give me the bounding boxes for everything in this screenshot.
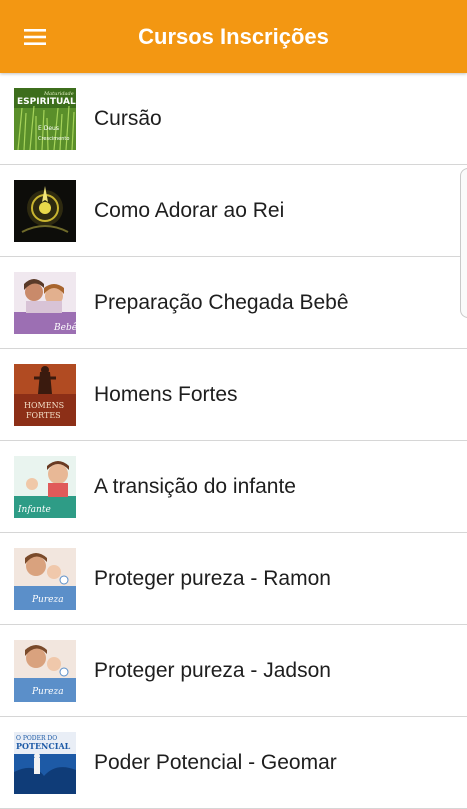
course-item-pureza-jadson[interactable]: Pureza Proteger pureza - Jadson <box>0 625 467 717</box>
course-thumbnail-adorar <box>14 180 76 242</box>
thumb-text: HOMENS <box>24 401 64 410</box>
course-title: Proteger pureza - Jadson <box>94 659 331 682</box>
course-thumbnail-pureza: Pureza <box>14 548 76 610</box>
course-thumbnail-maturidade-espiritual: Maturidade ESPIRITUAL E Deus Crescimento <box>14 88 76 150</box>
course-thumbnail-pureza: Pureza <box>14 640 76 702</box>
page-title: Cursos Inscrições <box>138 24 329 49</box>
course-title: Proteger pureza - Ramon <box>94 567 331 590</box>
course-item-adorar-rei[interactable]: Como Adorar ao Rei <box>0 165 467 257</box>
course-title: Preparação Chegada Bebê <box>94 291 349 314</box>
course-item-pureza-ramon[interactable]: Pureza Proteger pureza - Ramon <box>0 533 467 625</box>
course-thumbnail-bebe: Bebê <box>14 272 76 334</box>
thumb-text: Bebê <box>53 322 76 333</box>
course-list: Maturidade ESPIRITUAL E Deus Crescimento… <box>0 73 467 809</box>
thumb-text: ESPIRITUAL <box>17 97 76 107</box>
thumb-text: Pureza <box>31 687 64 697</box>
thumb-text: Infante <box>17 505 51 515</box>
thumb-text: Pureza <box>31 595 64 605</box>
course-title: Homens Fortes <box>94 383 238 406</box>
course-title: Como Adorar ao Rei <box>94 199 285 222</box>
thumb-text: E Deus <box>38 125 59 132</box>
course-item-preparacao-bebe[interactable]: Bebê Preparação Chegada Bebê <box>0 257 467 349</box>
course-thumbnail-infante: Infante <box>14 456 76 518</box>
course-item-poder-potencial[interactable]: O PODER DO POTENCIAL Poder Potencial - G… <box>0 717 467 809</box>
course-title: Cursão <box>94 107 162 130</box>
course-thumbnail-poder-potencial: O PODER DO POTENCIAL <box>14 732 76 794</box>
app-bar: Cursos Inscrições <box>0 0 467 73</box>
edge-panel-handle[interactable] <box>460 168 467 318</box>
course-title: Poder Potencial - Geomar <box>94 751 337 774</box>
course-item-homens-fortes[interactable]: HOMENS FORTES Homens Fortes <box>0 349 467 441</box>
course-item-cursao[interactable]: Maturidade ESPIRITUAL E Deus Crescimento… <box>0 73 467 165</box>
thumb-text: Crescimento <box>38 136 69 142</box>
course-title: A transição do infante <box>94 475 296 498</box>
thumb-text: FORTES <box>26 411 61 420</box>
course-item-transicao-infante[interactable]: Infante A transição do infante <box>0 441 467 533</box>
thumb-text: POTENCIAL <box>16 741 71 751</box>
course-thumbnail-homens-fortes: HOMENS FORTES <box>14 364 76 426</box>
